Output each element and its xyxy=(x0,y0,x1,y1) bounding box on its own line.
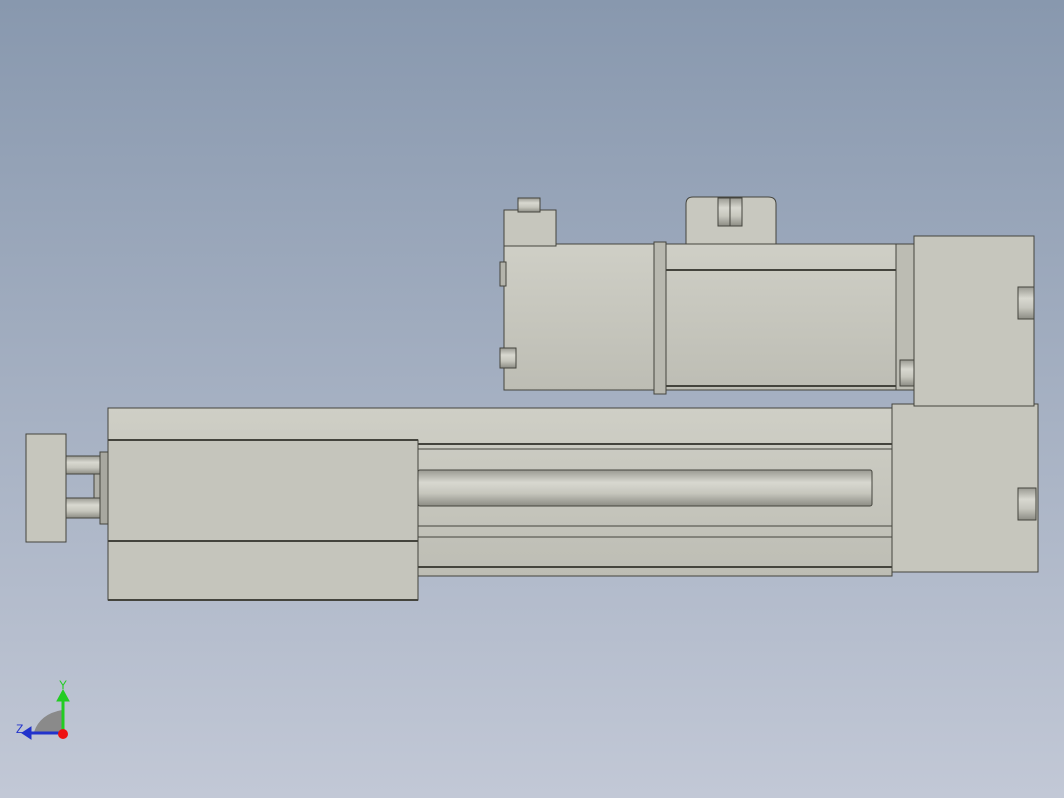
z-axis-arrow xyxy=(21,726,32,740)
orientation-triad: Y Z xyxy=(16,678,70,740)
actuator-model[interactable] xyxy=(0,0,1064,798)
rod-end-plate xyxy=(25,433,67,543)
y-axis-label: Y xyxy=(59,678,67,692)
encoder-tab xyxy=(503,197,557,247)
slider-block xyxy=(107,439,419,601)
triad-rotation-arc xyxy=(34,710,62,732)
piston-rod xyxy=(65,451,109,525)
motor xyxy=(499,241,915,395)
z-axis-label: Z xyxy=(16,722,23,736)
origin-x-axis xyxy=(58,729,68,739)
motor-connector xyxy=(685,196,777,245)
guide-shaft xyxy=(417,469,873,507)
cad-viewport[interactable]: Y Z xyxy=(0,0,1064,798)
